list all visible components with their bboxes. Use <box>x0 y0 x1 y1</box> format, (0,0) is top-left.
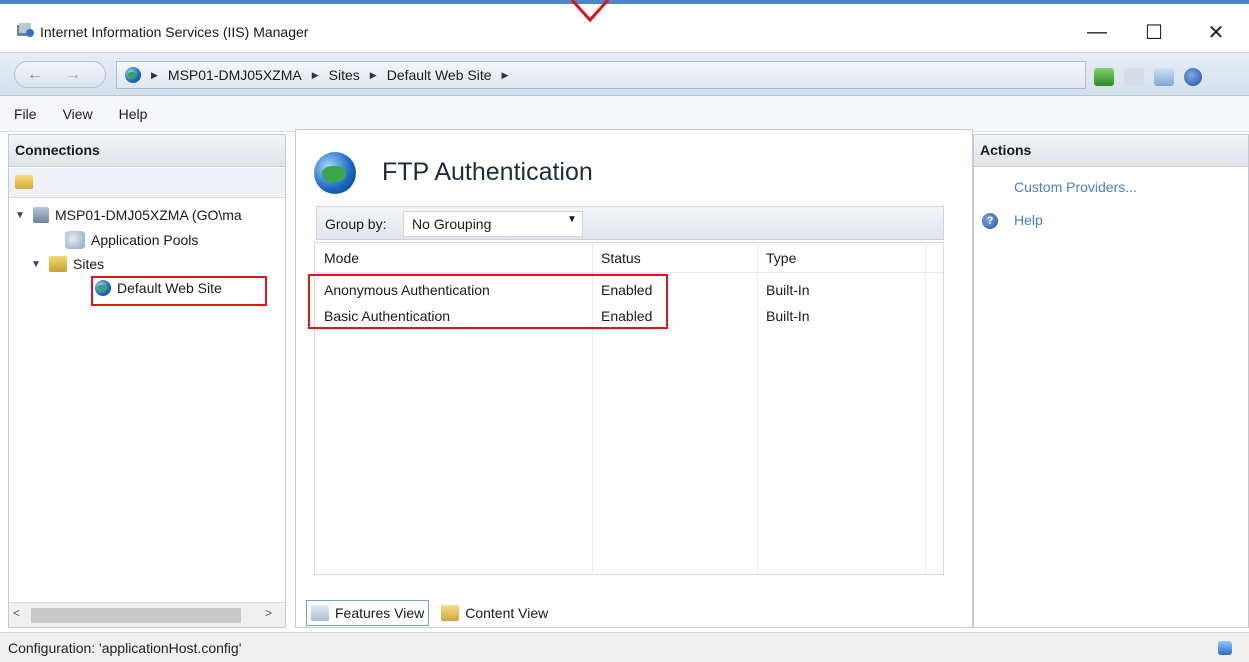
connect-icon[interactable] <box>1094 68 1114 86</box>
tree-item-sites[interactable]: ▼ Sites <box>31 256 104 272</box>
tree-item-label: Application Pools <box>91 232 199 248</box>
group-by-label: Group by: <box>325 216 387 232</box>
column-header-status[interactable]: Status <box>601 250 641 266</box>
scroll-right-button[interactable]: > <box>265 606 272 620</box>
tree-item-label: Sites <box>73 256 105 272</box>
tab-features-view[interactable]: Features View <box>306 600 430 626</box>
tab-label: Content View <box>465 605 549 621</box>
menu-bar: File View Help <box>0 96 1249 132</box>
annotation-arrow-marker <box>560 0 620 26</box>
create-connection-icon[interactable] <box>15 175 33 189</box>
window-title: Internet Information Services (IIS) Mana… <box>40 24 309 40</box>
back-button[interactable]: ← <box>20 64 50 86</box>
tree-item-label: MSP01-DMJ05XZMA (GO\ma <box>55 207 242 223</box>
content-view-icon <box>441 605 460 621</box>
group-by-select[interactable]: No Grouping <box>403 211 583 237</box>
status-text: Configuration: 'applicationHost.config' <box>8 640 242 656</box>
actions-panel: Actions Custom Providers... ? Help <box>973 134 1249 628</box>
chevron-down-icon[interactable]: ▼ <box>567 214 577 225</box>
breadcrumb-default-web-site[interactable]: Default Web Site <box>387 67 492 83</box>
breadcrumb-separator-icon: ▶ <box>151 69 158 80</box>
scrollbar-thumb[interactable] <box>31 608 241 623</box>
feature-panel: FTP Authentication Group by: No Grouping… <box>295 129 973 628</box>
network-status-icon <box>1218 641 1232 655</box>
menu-file[interactable]: File <box>14 106 37 122</box>
view-tabs: Features View Content View <box>296 598 972 628</box>
server-icon <box>33 207 49 223</box>
chevron-down-icon[interactable]: ▼ <box>31 259 43 270</box>
features-view-icon <box>311 605 329 621</box>
horizontal-scrollbar[interactable]: < > <box>9 602 285 627</box>
connections-header: Connections <box>9 135 285 167</box>
connections-panel: Connections ▼ MSP01-DMJ05XZMA (GO\ma App… <box>8 134 286 628</box>
group-by-toolbar: Group by: No Grouping ▼ <box>316 206 944 240</box>
breadcrumb-separator-icon: ▶ <box>369 69 377 80</box>
sites-folder-icon <box>49 256 67 272</box>
forward-button[interactable]: → <box>58 64 88 86</box>
page-title: FTP Authentication <box>382 158 593 186</box>
breadcrumb-sites[interactable]: Sites <box>329 67 360 83</box>
custom-providers-link[interactable]: Custom Providers... <box>1014 179 1137 195</box>
minimize-button[interactable]: — <box>1074 14 1120 50</box>
tree-item-application-pools[interactable]: Application Pools <box>65 231 198 249</box>
breadcrumb[interactable]: ▶ MSP01-DMJ05XZMA ▶ Sites ▶ Default Web … <box>116 61 1086 89</box>
connections-toolbar <box>9 168 285 198</box>
table-header: Mode Status Type <box>315 243 943 273</box>
actions-header: Actions <box>974 135 1248 167</box>
address-bar: ← → ▶ MSP01-DMJ05XZMA ▶ Sites ▶ Default … <box>0 52 1249 96</box>
chevron-down-icon[interactable]: ▼ <box>15 210 27 221</box>
iis-app-icon <box>16 22 34 38</box>
menu-help[interactable]: Help <box>119 106 148 122</box>
row-type: Built-In <box>766 282 810 298</box>
menu-view[interactable]: View <box>63 106 93 122</box>
tab-content-view[interactable]: Content View <box>437 600 552 626</box>
tree-item-server[interactable]: ▼ MSP01-DMJ05XZMA (GO\ma <box>15 207 242 223</box>
help-icon[interactable]: ? <box>982 213 998 229</box>
column-header-type[interactable]: Type <box>766 250 796 266</box>
close-button[interactable]: ✕ <box>1193 14 1239 50</box>
tab-label: Features View <box>335 605 425 621</box>
status-bar: Configuration: 'applicationHost.config' <box>0 632 1249 662</box>
help-link[interactable]: Help <box>1014 212 1043 228</box>
annotation-highlight-rows <box>308 274 668 329</box>
breadcrumb-separator-icon: ▶ <box>311 69 319 80</box>
breadcrumb-server[interactable]: MSP01-DMJ05XZMA <box>168 67 302 83</box>
stop-icon[interactable] <box>1124 68 1144 86</box>
row-type: Built-In <box>766 308 810 324</box>
home-icon[interactable] <box>1154 68 1174 86</box>
scroll-left-button[interactable]: < <box>13 606 20 620</box>
maximize-button[interactable]: ☐ <box>1131 14 1177 50</box>
title-bar: Internet Information Services (IIS) Mana… <box>0 0 1249 52</box>
application-pools-icon <box>65 231 85 249</box>
globe-icon <box>125 67 141 83</box>
address-toolbar <box>1094 67 1202 87</box>
help-dropdown-icon[interactable] <box>1184 68 1202 86</box>
breadcrumb-separator-icon[interactable]: ▶ <box>502 70 509 81</box>
column-header-mode[interactable]: Mode <box>324 250 359 266</box>
annotation-highlight-site <box>91 276 267 306</box>
ftp-authentication-icon <box>314 152 356 194</box>
